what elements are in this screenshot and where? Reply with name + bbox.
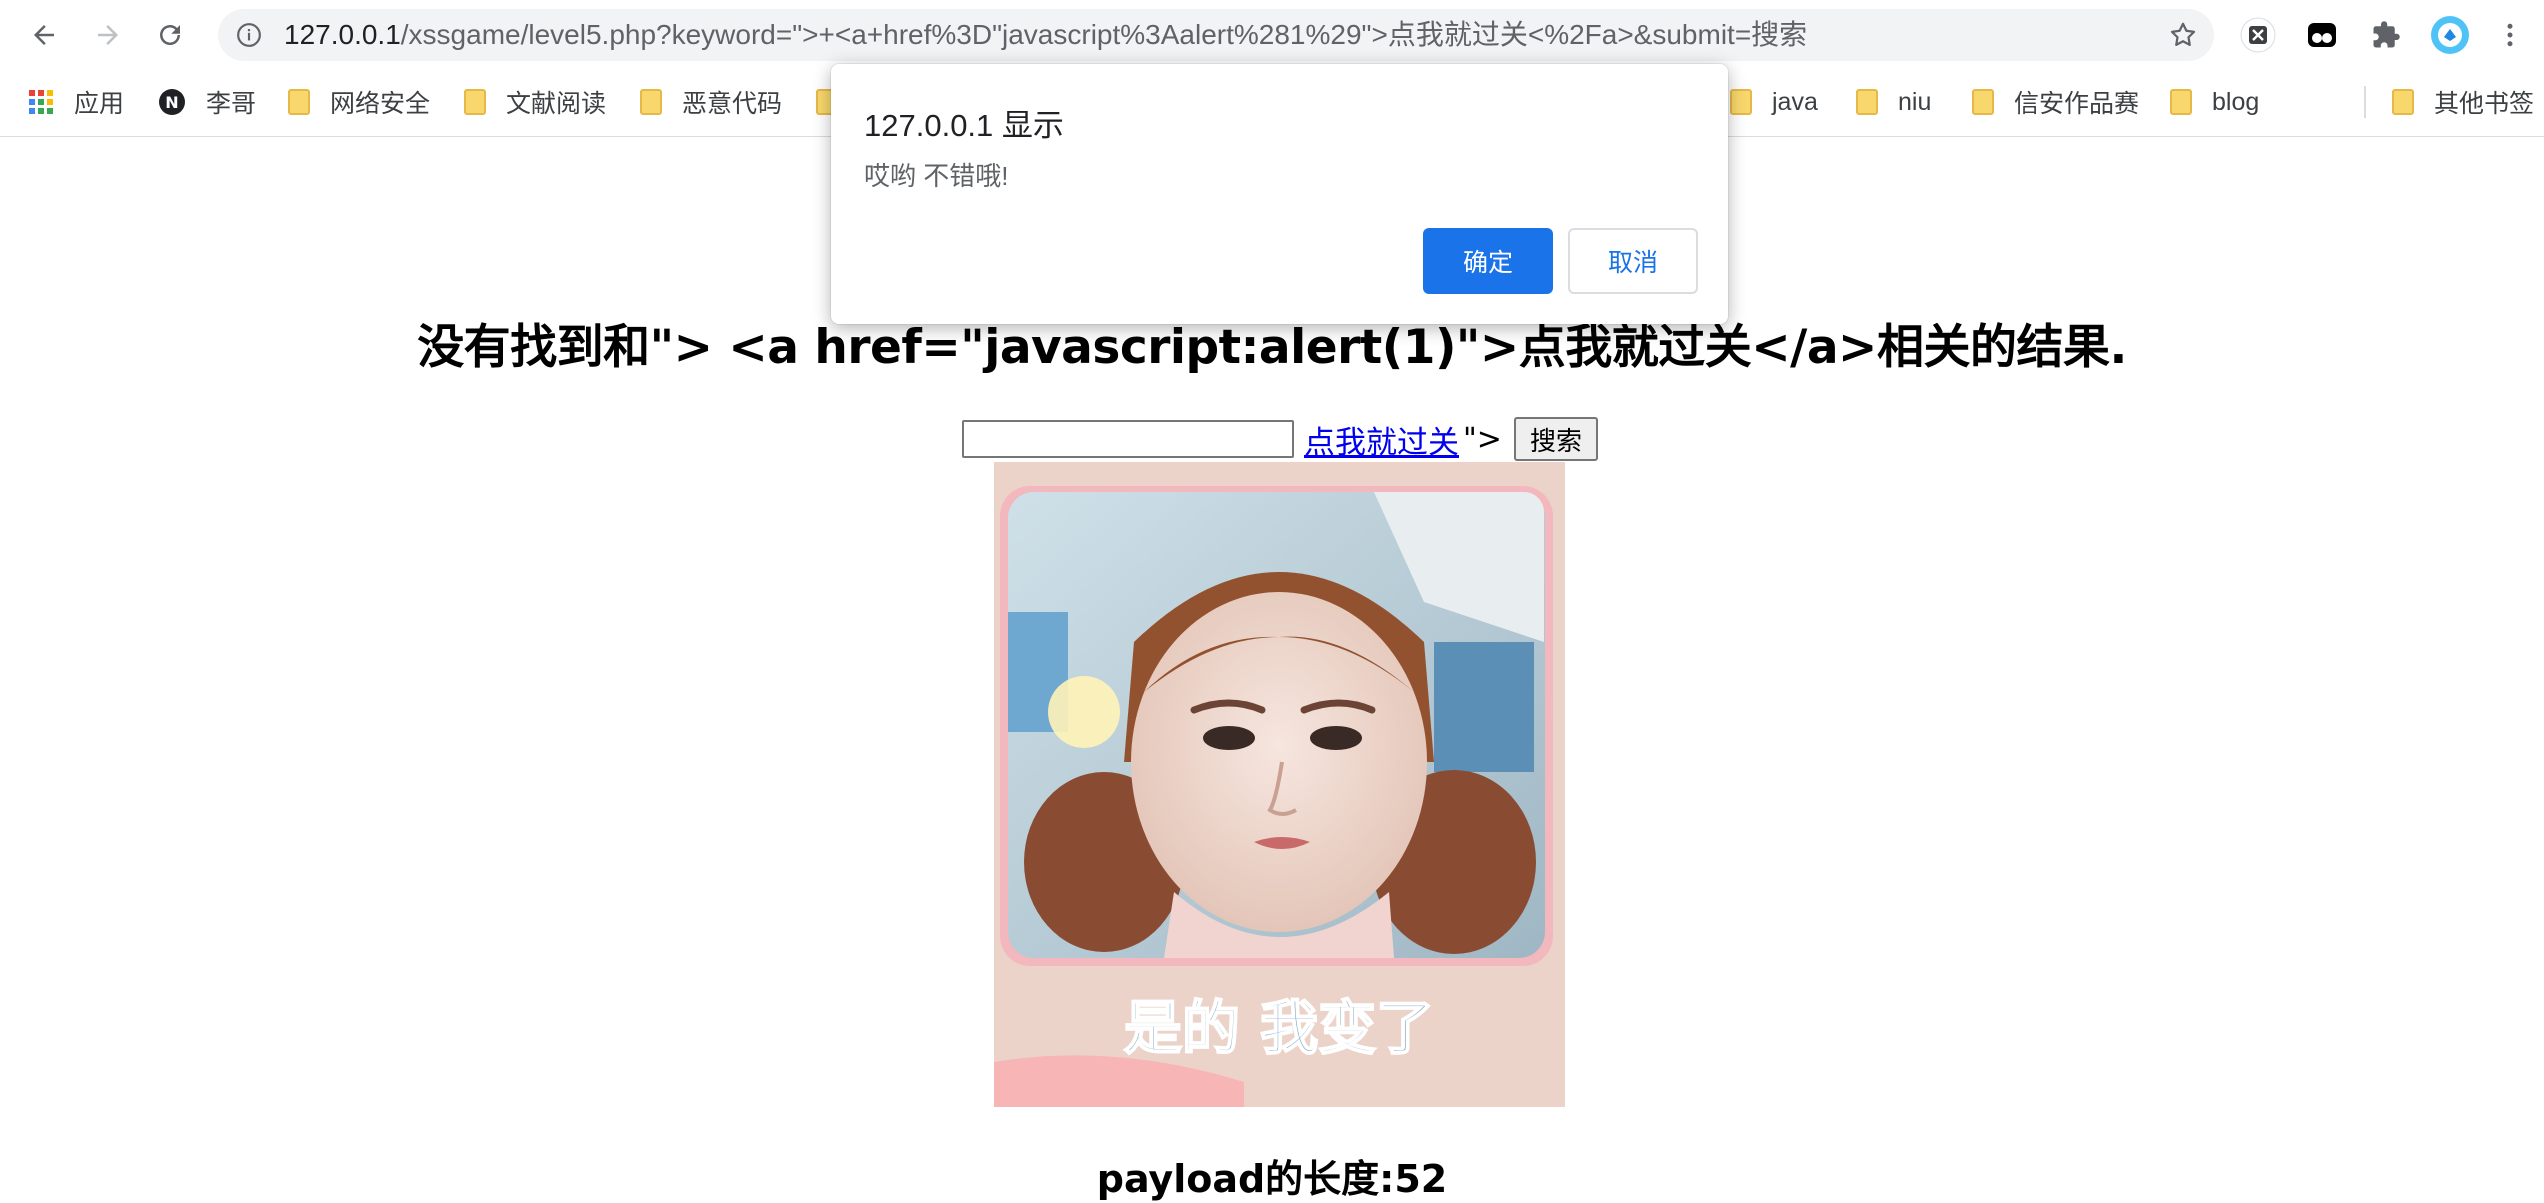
payload-length-text: payload的长度:52 — [1096, 1157, 1448, 1201]
back-icon — [34, 25, 54, 45]
menu-kebab-icon — [2507, 23, 2513, 47]
reload-button[interactable] — [150, 15, 190, 55]
notion-icon: N — [159, 89, 185, 115]
bookmark-apps-label: 应用 — [74, 90, 125, 118]
info-icon[interactable] — [236, 22, 262, 48]
meme-image: 是的 我变了 — [994, 462, 1565, 1107]
forward-icon — [98, 25, 118, 45]
extension-tampermonkey-button[interactable] — [2302, 15, 2342, 55]
search-form: 点我就过关 "> 搜索 — [962, 416, 1598, 462]
svg-text:N: N — [165, 93, 178, 112]
bookmark-label: 恶意代码 — [682, 90, 783, 118]
bookmark-label: 网络安全 — [330, 90, 431, 118]
bookmark-folder[interactable]: niu — [1856, 82, 1931, 122]
bookmark-folder[interactable]: 文献阅读 — [464, 82, 606, 122]
bookmark-label: java — [1772, 87, 1818, 116]
bookmark-folder[interactable]: 网络安全 — [288, 82, 430, 122]
meme-illustration: 是的 我变了 — [994, 462, 1565, 1107]
extensions-button[interactable] — [2366, 15, 2406, 55]
search-input[interactable] — [962, 420, 1294, 458]
bookmark-label: niu — [1898, 87, 1932, 116]
bookmark-label: 李哥 — [206, 90, 257, 118]
bookmark-label: 文献阅读 — [506, 90, 607, 118]
cancel-button[interactable]: 取消 — [1568, 228, 1698, 294]
profile-icon — [2431, 16, 2469, 54]
injected-link[interactable]: 点我就过关 — [1304, 417, 1459, 462]
folder-icon — [288, 89, 310, 115]
puzzle-icon — [2373, 21, 2400, 48]
extension-x-icon — [2240, 17, 2276, 53]
bookmark-folder[interactable]: java — [1730, 82, 1818, 122]
bookmark-label: blog — [2212, 87, 2260, 116]
profile-button[interactable] — [2430, 15, 2470, 55]
folder-icon — [2170, 89, 2192, 115]
extension-x-button[interactable] — [2238, 15, 2278, 55]
folder-icon — [2392, 89, 2414, 115]
bookmark-folder[interactable]: 信安作品赛 — [1972, 82, 2139, 122]
forward-button[interactable] — [88, 15, 128, 55]
bookmark-folder[interactable]: 恶意代码 — [640, 82, 782, 122]
folder-icon — [1856, 89, 1878, 115]
bookmark-apps[interactable]: 应用 — [28, 82, 124, 122]
url-path: /xssgame/level5.php?keyword=">+<a+href%3… — [400, 19, 1808, 50]
search-button[interactable]: 搜索 — [1513, 417, 1598, 461]
dialog-title: 127.0.0.1 显示 — [864, 108, 1064, 143]
bookmark-folder[interactable]: blog — [2170, 82, 2259, 122]
stray-quote-text: "> — [1463, 421, 1502, 457]
address-bar[interactable]: 127.0.0.1/xssgame/level5.php?keyword=">+… — [218, 9, 2214, 61]
reload-icon — [160, 25, 180, 45]
folder-icon — [464, 89, 486, 115]
folder-icon — [640, 89, 662, 115]
bookmarks-divider — [2364, 86, 2366, 118]
url-host: 127.0.0.1 — [284, 19, 401, 50]
browser-menu-button[interactable] — [2490, 15, 2530, 55]
bookmark-label: 信安作品赛 — [2014, 90, 2140, 118]
extension-tampermonkey-icon — [2308, 23, 2336, 47]
meme-caption: 是的 我变了 — [1124, 994, 1434, 1062]
ok-button[interactable]: 确定 — [1423, 228, 1553, 294]
bookmark-other-folder[interactable]: 其他书签 — [2392, 82, 2534, 122]
bookmark-other-label: 其他书签 — [2434, 90, 2535, 118]
folder-icon — [1972, 89, 1994, 115]
dialog-message: 哎哟 不错哦! — [864, 161, 1009, 191]
bookmark-item[interactable]: N 李哥 — [158, 82, 256, 122]
url-text[interactable]: 127.0.0.1/xssgame/level5.php?keyword=">+… — [284, 9, 2124, 61]
apps-grid-icon — [29, 90, 53, 114]
alert-dialog: 127.0.0.1 显示 哎哟 不错哦! 确定 取消 — [831, 64, 1728, 324]
browser-toolbar: 127.0.0.1/xssgame/level5.php?keyword=">+… — [0, 0, 2544, 70]
folder-icon — [1730, 89, 1752, 115]
back-button[interactable] — [24, 15, 64, 55]
star-icon[interactable] — [2168, 20, 2198, 50]
